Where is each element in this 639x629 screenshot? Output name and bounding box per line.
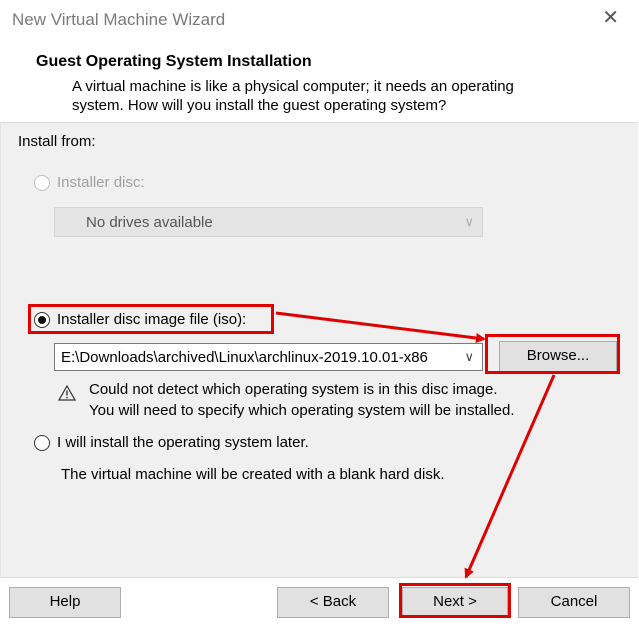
iso-path-combobox[interactable]: E:\Downloads\archived\Linux\archlinux-20… xyxy=(54,343,483,371)
warning-line2: You will need to specify which operating… xyxy=(89,402,515,419)
radio-installer-iso[interactable] xyxy=(34,312,50,328)
radio-installer-disc[interactable] xyxy=(34,175,50,191)
radio-install-later[interactable] xyxy=(34,435,50,451)
page-description: A virtual machine is like a physical com… xyxy=(72,77,592,115)
installer-disc-label: Installer disc: xyxy=(57,174,145,191)
warning-line1: Could not detect which operating system … xyxy=(89,381,498,398)
wizard-content: Install from: Installer disc: No drives … xyxy=(0,122,638,578)
back-button[interactable]: < Back xyxy=(277,587,389,618)
wizard-header: Guest Operating System Installation A vi… xyxy=(0,40,639,122)
title-bar: New Virtual Machine Wizard ✕ xyxy=(0,0,639,40)
close-icon[interactable]: ✕ xyxy=(602,8,619,28)
iso-path-value: E:\Downloads\archived\Linux\archlinux-20… xyxy=(61,349,428,366)
window-title: New Virtual Machine Wizard xyxy=(12,10,226,29)
help-button[interactable]: Help xyxy=(9,587,121,618)
install-from-label: Install from: xyxy=(18,133,96,150)
page-title: Guest Operating System Installation xyxy=(36,53,312,70)
install-later-label: I will install the operating system late… xyxy=(57,434,309,451)
install-later-note: The virtual machine will be created with… xyxy=(61,466,445,483)
browse-button[interactable]: Browse... xyxy=(499,341,617,372)
chevron-down-icon: ∨ xyxy=(464,349,474,364)
next-button[interactable]: Next > xyxy=(402,587,508,618)
installer-disc-dropdown-value: No drives available xyxy=(86,214,213,231)
warning-icon xyxy=(58,385,76,401)
chevron-down-icon: ∨ xyxy=(464,214,474,229)
page-description-line1: A virtual machine is like a physical com… xyxy=(72,78,514,95)
page-description-line2: system. How will you install the guest o… xyxy=(72,97,447,114)
cancel-button[interactable]: Cancel xyxy=(518,587,630,618)
installer-disc-dropdown[interactable]: No drives available ∨ xyxy=(54,207,483,237)
radio-selected-dot xyxy=(38,316,46,324)
installer-iso-label: Installer disc image file (iso): xyxy=(57,311,247,328)
